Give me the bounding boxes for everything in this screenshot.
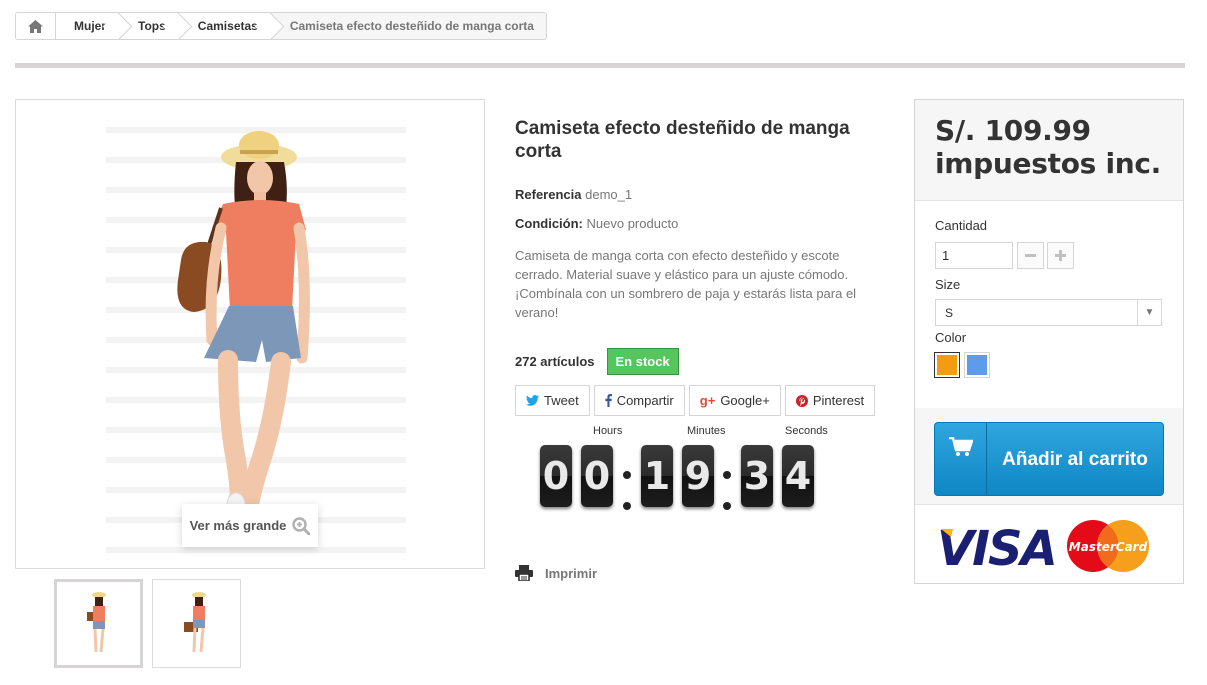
tweet-button[interactable]: Tweet: [515, 385, 590, 416]
print-icon: [515, 565, 533, 581]
condition-label: Condición:: [515, 216, 583, 231]
product-reference: Referencia demo_1: [515, 187, 632, 202]
price-area: S/. 109.99 impuestos inc.: [915, 100, 1183, 200]
thumbnail-image: [184, 592, 206, 653]
minutes-digit-2: 9: [682, 445, 714, 507]
color-label: Color: [935, 330, 967, 345]
pinterest-button[interactable]: Pinterest: [784, 385, 876, 416]
chevron-down-icon: ▼: [1137, 300, 1161, 325]
tweet-label: Tweet: [544, 393, 579, 408]
google-plus-icon: g+: [699, 393, 716, 408]
price: S/. 109.99 impuestos inc.: [935, 114, 1161, 180]
colon-dot: [723, 502, 731, 510]
product-photo: [106, 127, 406, 553]
breadcrumb-home[interactable]: [16, 13, 56, 39]
seconds-digit-2: 4: [782, 445, 814, 507]
mastercard-logo: MasterCard: [1067, 520, 1149, 572]
thumbnail-1[interactable]: [54, 579, 143, 668]
home-icon: [28, 19, 43, 33]
stock-badge: En stock: [606, 348, 679, 375]
colon-dot: [623, 471, 631, 479]
seconds-label: Seconds: [785, 425, 828, 437]
facebook-share-button[interactable]: Compartir: [593, 385, 685, 416]
seconds-digit-1: 3: [741, 445, 773, 507]
quantity-increase-button[interactable]: [1047, 242, 1074, 269]
size-value: S: [945, 305, 954, 320]
facebook-label: Compartir: [616, 393, 674, 408]
social-share: Tweet Compartir g+ Google+ Pinterest: [515, 385, 876, 416]
color-swatch-orange[interactable]: [934, 352, 960, 378]
reference-value: demo_1: [585, 187, 633, 202]
plus-icon: [1055, 250, 1066, 261]
countdown-timer: Hours Minutes Seconds 0 0 1 9 3 4: [540, 425, 830, 515]
zoom-label: Ver más grande: [189, 518, 287, 533]
quantity-label: Cantidad: [935, 218, 988, 233]
thumbnail-image: [87, 592, 106, 653]
add-to-cart-label: Añadir al carrito: [1002, 448, 1148, 470]
twitter-icon: [526, 395, 539, 406]
breadcrumb-item-camisetas[interactable]: Camisetas: [179, 13, 272, 39]
visa-logo: VISA: [937, 521, 1058, 571]
print-link[interactable]: Imprimir: [515, 565, 597, 581]
quantity-decrease-button[interactable]: [1017, 242, 1044, 269]
zoom-button[interactable]: Ver más grande: [182, 504, 318, 547]
visa-text: VISA: [937, 521, 1056, 571]
cart-area: Añadir al carrito: [915, 408, 1183, 504]
quantity-available: 272 artículos: [515, 354, 595, 369]
minutes-label: Minutes: [687, 425, 726, 437]
product-title: Camiseta efecto desteñido de manga corta: [515, 118, 850, 162]
mastercard-text: MasterCard: [1069, 540, 1148, 554]
tax-note: impuestos inc.: [935, 147, 1162, 180]
cart-icon-wrap: [935, 423, 987, 495]
zoom-in-icon: [292, 516, 311, 535]
add-to-cart-button[interactable]: Añadir al carrito: [934, 422, 1164, 496]
divider: [15, 63, 1185, 68]
colon-dot: [723, 471, 731, 479]
product-description: Camiseta de manga corta con efecto deste…: [515, 248, 857, 320]
hours-digit-1: 0: [540, 445, 572, 507]
product-image[interactable]: Ver más grande: [15, 99, 485, 569]
condition-value: Nuevo producto: [586, 216, 679, 231]
facebook-icon: [605, 394, 612, 407]
thumbnail-2[interactable]: [152, 579, 241, 668]
pinterest-label: Pinterest: [812, 393, 865, 408]
breadcrumb: Mujer Tops Camisetas Camiseta efecto des…: [15, 12, 547, 40]
hours-label: Hours: [593, 425, 623, 437]
print-label: Imprimir: [545, 565, 598, 581]
buy-box: S/. 109.99 impuestos inc. Cantidad 1 Siz…: [914, 99, 1184, 584]
hours-digit-2: 0: [581, 445, 613, 507]
google-plus-button[interactable]: g+ Google+: [688, 385, 781, 416]
breadcrumb-current: Camiseta efecto desteñido de manga corta: [271, 13, 546, 39]
minutes-digit-1: 1: [641, 445, 673, 507]
product-condition: Condición: Nuevo producto: [515, 216, 678, 231]
colon-dot: [623, 502, 631, 510]
payment-cards: VISA MasterCard: [915, 504, 1183, 583]
size-select[interactable]: S ▼: [935, 299, 1162, 326]
reference-label: Referencia: [515, 187, 582, 202]
price-value: S/. 109.99: [935, 114, 1091, 147]
color-swatch-blue[interactable]: [964, 352, 990, 378]
availability: 272 artículos En stock: [515, 348, 679, 375]
cart-icon: [948, 437, 973, 456]
pinterest-icon: [795, 394, 808, 407]
minus-icon: [1025, 254, 1036, 257]
google-plus-label: Google+: [720, 393, 770, 408]
quantity-input[interactable]: 1: [935, 242, 1013, 269]
breadcrumb-item-mujer[interactable]: Mujer: [56, 13, 121, 39]
size-label: Size: [935, 277, 961, 292]
